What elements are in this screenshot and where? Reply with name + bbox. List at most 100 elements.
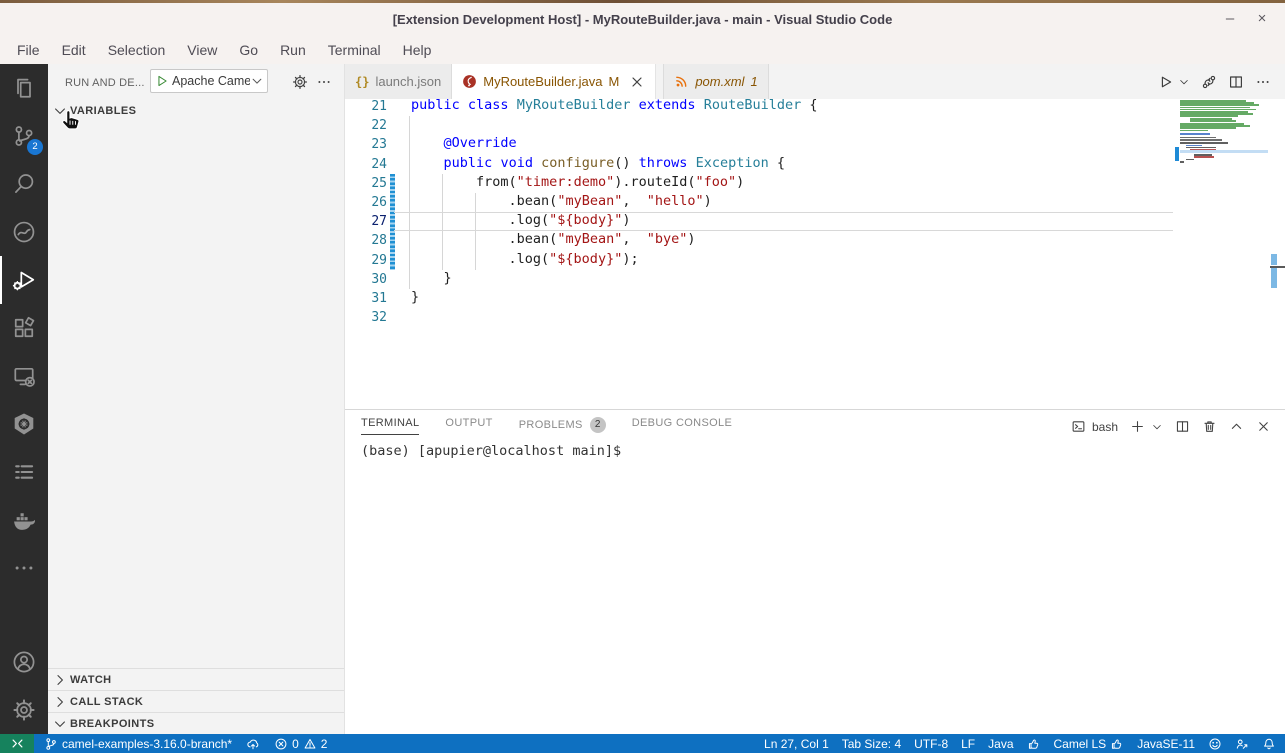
activity-item-extensions[interactable] <box>0 304 48 352</box>
maximize-panel-chevron-icon[interactable] <box>1229 419 1244 434</box>
search-icon <box>12 172 36 196</box>
line-number[interactable]: 28 <box>345 231 387 250</box>
activity-item-kubernetes[interactable] <box>0 400 48 448</box>
ellipsis-icon[interactable] <box>1255 74 1271 90</box>
status-feedback-smiley[interactable] <box>1208 737 1222 751</box>
split-terminal-icon[interactable] <box>1175 419 1190 434</box>
split-editor-icon[interactable] <box>1228 74 1244 90</box>
activity-item-accounts[interactable] <box>0 638 48 686</box>
shell-label[interactable]: bash <box>1092 420 1118 434</box>
line-number[interactable]: 27 <box>345 212 387 231</box>
status-tweet-feedback[interactable] <box>1235 737 1249 751</box>
activity-item-docker[interactable] <box>0 496 48 544</box>
code-editor[interactable]: public class MyRouteBuilder extends Rout… <box>345 99 1285 409</box>
minimize-button[interactable]: – <box>1215 3 1245 37</box>
line-number[interactable]: 21 <box>345 99 387 116</box>
activity-item-source-control[interactable]: 2 <box>0 112 48 160</box>
open-changes-icon[interactable] <box>1201 74 1217 90</box>
line-number[interactable]: 26 <box>345 193 387 212</box>
menu-go[interactable]: Go <box>228 37 269 64</box>
debug-settings-gear-icon[interactable] <box>292 74 308 90</box>
status-java-language-status[interactable] <box>1027 737 1041 751</box>
views-more-actions-icon[interactable] <box>316 74 332 90</box>
tab-pom-xml[interactable]: pom.xml1 <box>663 64 768 99</box>
kill-terminal-trash-icon[interactable] <box>1202 419 1217 434</box>
status-language-mode[interactable]: Java <box>988 737 1013 751</box>
panel-tab-problems[interactable]: PROBLEMS2 <box>519 417 606 438</box>
code-token: ) <box>736 174 744 190</box>
activity-item-search[interactable] <box>0 160 48 208</box>
code-line-30[interactable]: } <box>411 270 452 289</box>
activity-item-run-and-debug[interactable] <box>0 256 48 304</box>
status-java-runtime[interactable]: JavaSE-11 <box>1137 737 1195 751</box>
call-stack-section-header[interactable]: CALL STACK <box>48 690 344 712</box>
new-terminal-icon[interactable] <box>1130 419 1145 434</box>
status-notifications[interactable] <box>1262 737 1276 751</box>
line-number[interactable]: 29 <box>345 251 387 270</box>
launch-configuration-dropdown[interactable]: Apache Came <box>150 69 268 93</box>
activity-item-more-views[interactable] <box>0 544 48 592</box>
code-line-21[interactable]: public class MyRouteBuilder extends Rout… <box>411 99 818 116</box>
minimap[interactable] <box>1180 100 1268 265</box>
code-line-29[interactable]: .log("${body}"); <box>411 251 639 270</box>
code-line-27[interactable]: .log("${body}") <box>411 212 630 231</box>
activity-item-test-explorer[interactable] <box>0 448 48 496</box>
menu-help[interactable]: Help <box>392 37 443 64</box>
code-line-31[interactable]: } <box>411 289 419 308</box>
tab-launch-json[interactable]: {}launch.json <box>345 64 452 99</box>
terminal-prompt[interactable]: (base) [apupier@localhost main]$ <box>361 443 621 459</box>
variables-section-header[interactable]: VARIABLES <box>48 100 344 122</box>
code-line-24[interactable]: public void configure() throws Exception… <box>411 155 785 174</box>
activity-item-manage[interactable] <box>0 686 48 734</box>
remote-indicator[interactable] <box>0 734 34 753</box>
status-indentation[interactable]: Tab Size: 4 <box>842 737 901 751</box>
close-tab-icon[interactable] <box>629 74 645 90</box>
code-line-23[interactable]: @Override <box>411 135 517 154</box>
problems-item[interactable]: 0 2 <box>274 737 327 751</box>
warning-count: 2 <box>321 737 328 751</box>
code-line-28[interactable]: .bean("myBean", "bye") <box>411 231 696 250</box>
chevron-down-icon[interactable] <box>1178 76 1190 88</box>
close-window-button[interactable]: × <box>1247 3 1277 37</box>
activity-item-explorer[interactable] <box>0 64 48 112</box>
run-icon[interactable] <box>1157 74 1173 90</box>
menu-file[interactable]: File <box>6 37 51 64</box>
sync-changes-item[interactable] <box>246 737 260 751</box>
minimap-line <box>1186 159 1194 161</box>
panel-tab-output[interactable]: OUTPUT <box>445 417 492 434</box>
status-encoding[interactable]: UTF-8 <box>914 737 948 751</box>
line-number[interactable]: 25 <box>345 174 387 193</box>
activity-item-remote-explorer[interactable] <box>0 352 48 400</box>
line-number[interactable]: 30 <box>345 270 387 289</box>
menu-terminal[interactable]: Terminal <box>317 37 392 64</box>
git-branch-item[interactable]: camel-examples-3.16.0-branch* <box>44 737 232 751</box>
close-panel-icon[interactable] <box>1256 419 1271 434</box>
code-token <box>411 155 444 171</box>
menu-selection[interactable]: Selection <box>97 37 177 64</box>
tab-label: launch.json <box>375 74 441 89</box>
code-token: "${body}" <box>549 251 622 267</box>
launch-profile-chevron-icon[interactable] <box>1151 421 1163 433</box>
line-number[interactable]: 22 <box>345 116 387 135</box>
breakpoints-section-header[interactable]: BREAKPOINTS <box>48 712 344 734</box>
menu-edit[interactable]: Edit <box>51 37 97 64</box>
watch-section-header[interactable]: WATCH <box>48 668 344 690</box>
code-line-26[interactable]: .bean("myBean", "hello") <box>411 193 712 212</box>
tab-MyRouteBuilder-java[interactable]: MyRouteBuilder.javaM <box>452 64 656 99</box>
panel-tab-debug-console[interactable]: DEBUG CONSOLE <box>632 417 733 434</box>
line-number[interactable]: 23 <box>345 135 387 154</box>
menu-run[interactable]: Run <box>269 37 317 64</box>
menu-view[interactable]: View <box>176 37 228 64</box>
code-line-25[interactable]: from("timer:demo").routeId("foo") <box>411 174 744 193</box>
minimap-line <box>1180 130 1208 132</box>
status-eol[interactable]: LF <box>961 737 975 751</box>
line-number[interactable]: 32 <box>345 308 387 327</box>
status-cursor-position[interactable]: Ln 27, Col 1 <box>764 737 829 751</box>
status-camel-ls-status[interactable]: Camel LS <box>1054 737 1125 751</box>
panel-tab-terminal[interactable]: TERMINAL <box>361 417 419 435</box>
line-number[interactable]: 24 <box>345 155 387 174</box>
line-number[interactable]: 31 <box>345 289 387 308</box>
tab-label: pom.xml <box>695 74 744 89</box>
start-debug-icon[interactable] <box>155 74 169 88</box>
activity-item-camel-extension[interactable] <box>0 208 48 256</box>
